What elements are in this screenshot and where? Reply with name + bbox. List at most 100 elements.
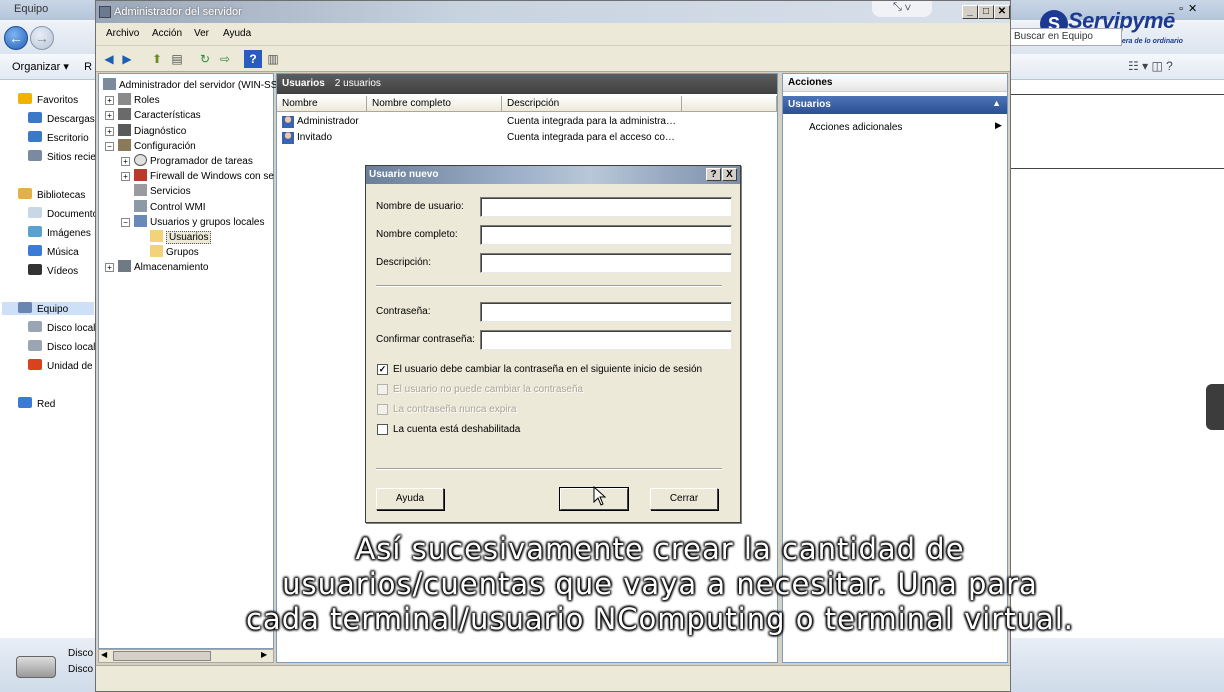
tree-expander-icon[interactable]: + [105, 111, 114, 121]
maximize-button[interactable]: □ [978, 5, 994, 19]
user-cell-desc[interactable]: Cuenta integrada para la administra… [507, 116, 676, 127]
tree-node[interactable]: − Usuarios y grupos locales [121, 214, 265, 228]
tree-node-label: Usuarios [166, 231, 212, 244]
sidebar-item[interactable]: Equipo [2, 302, 94, 315]
sidebar-item[interactable]: Sitios recie [28, 150, 104, 163]
field-label: Contraseña: [376, 306, 431, 317]
tree-node[interactable]: + Programador de tareas [121, 154, 253, 167]
checkbox[interactable] [377, 424, 388, 435]
diagnostics-icon [118, 123, 131, 136]
tree-node-label: Control WMI [150, 201, 206, 213]
actions-section-usuarios[interactable]: Usuarios ▲ [783, 96, 1007, 114]
action-more-actions[interactable]: Acciones adicionales [809, 122, 902, 133]
sidebar-item-label: Sitios recie [47, 152, 96, 163]
menu-accion[interactable]: Acción [152, 28, 182, 39]
checkbox[interactable]: ✓ [377, 364, 388, 375]
tree-node[interactable]: Administrador del servidor (WIN-SS [103, 78, 277, 91]
checkbox-label[interactable]: La cuenta está deshabilitada [393, 424, 520, 435]
field-input[interactable] [480, 253, 732, 273]
scroll-thumb[interactable] [113, 651, 211, 661]
export-list-icon[interactable]: ⇨ [216, 50, 234, 68]
storage-icon [118, 260, 131, 273]
field-input[interactable] [480, 330, 732, 350]
tree-expander-icon[interactable]: + [121, 157, 130, 166]
collapse-chevron-icon[interactable]: ⤡ ∨ [872, 1, 932, 17]
sidebar-item[interactable]: Unidad de I [28, 359, 104, 372]
explorer-search-input[interactable]: Buscar en Equipo [1010, 28, 1122, 46]
column-header-nombre-completo[interactable]: Nombre completo [367, 96, 502, 112]
dialog-help-button[interactable]: ? [706, 168, 721, 181]
up-folder-icon[interactable]: ⬆ [148, 50, 166, 68]
collapse-up-icon[interactable]: ▲ [992, 98, 1001, 108]
sidebar-item[interactable]: Música [28, 245, 104, 258]
tree-node[interactable]: Grupos [137, 245, 199, 258]
show-hide-tree-icon[interactable]: ▤ [168, 50, 186, 68]
user-cell-name[interactable]: Administrador [297, 116, 359, 127]
close-dialog-button[interactable]: Cerrar [650, 488, 718, 510]
drive-icon [28, 340, 42, 351]
scroll-left-icon[interactable]: ◀ [101, 650, 107, 659]
tree-node-label: Firewall de Windows con se [150, 171, 274, 183]
close-button[interactable]: ✕ [994, 5, 1010, 19]
column-header-descripcion[interactable]: Descripción [502, 96, 682, 112]
checkbox-label[interactable]: El usuario debe cambiar la contraseña en… [393, 364, 702, 375]
sidebar-item[interactable]: Disco local [28, 321, 104, 334]
refresh-icon[interactable]: ↻ [196, 50, 214, 68]
desktop-icon [28, 131, 42, 142]
submenu-arrow-icon[interactable]: ▶ [995, 120, 1002, 131]
tree-expander-icon[interactable]: − [105, 141, 114, 151]
sidebar-item[interactable]: Documento [28, 207, 104, 220]
column-header-nombre[interactable]: Nombre [277, 96, 367, 112]
tree-node[interactable]: Control WMI [121, 199, 206, 213]
sidebar-item[interactable]: Bibliotecas [18, 188, 94, 201]
minimize-button[interactable]: _ [962, 5, 978, 19]
tree-horizontal-scrollbar[interactable]: ◀ ▶ [98, 649, 274, 663]
field-input[interactable] [480, 302, 732, 322]
sidebar-item[interactable]: Escritorio [28, 131, 104, 144]
users-pane-header: Usuarios 2 usuarios [277, 74, 777, 94]
field-input[interactable] [480, 225, 732, 245]
sidebar-item[interactable]: Red [18, 397, 94, 410]
menu-ayuda[interactable]: Ayuda [223, 28, 251, 39]
tree-node[interactable]: − Configuración [105, 138, 196, 152]
subtitle-line-2: usuarios/cuentas que vaya a necesitar. U… [282, 567, 1038, 601]
dialog-close-button[interactable]: X [722, 168, 737, 181]
sidebar-item[interactable]: Favoritos [18, 93, 94, 106]
forward-arrow-icon[interactable]: ▶ [118, 50, 136, 68]
tree-node[interactable]: + Características [105, 108, 201, 121]
tree-expander-icon[interactable]: + [121, 172, 130, 182]
tree-node[interactable]: Servicios [121, 184, 191, 197]
scroll-right-icon[interactable]: ▶ [261, 650, 267, 659]
tree-node[interactable]: + Roles [105, 93, 160, 106]
field-input[interactable] [480, 197, 732, 217]
server-icon [103, 78, 116, 90]
back-arrow-icon[interactable]: ◀ [100, 50, 118, 68]
tree-node[interactable]: + Diagnóstico [105, 123, 186, 137]
user-cell-desc[interactable]: Cuenta integrada para el acceso co… [507, 132, 675, 143]
tree-node[interactable]: + Almacenamiento [105, 260, 208, 273]
help-button[interactable]: Ayuda [376, 488, 444, 510]
tree-node-label: Administrador del servidor (WIN-SS [119, 80, 278, 91]
view-options-icon[interactable]: ☷ ▾ ◫ ? [1128, 59, 1173, 73]
user-cell-name[interactable]: Invitado [297, 132, 332, 143]
sidebar-item[interactable]: Descargas [28, 112, 104, 125]
tree-expander-icon[interactable]: + [105, 263, 114, 273]
sidebar-item-label: Escritorio [47, 133, 89, 144]
menu-ver[interactable]: Ver [194, 28, 209, 39]
tree-expander-icon[interactable]: − [121, 217, 130, 227]
tree-expander-icon[interactable]: + [105, 126, 114, 136]
action-pane-icon[interactable]: ▥ [264, 50, 282, 68]
tree-node[interactable]: + Firewall de Windows con se [121, 169, 274, 182]
help-icon[interactable]: ? [244, 50, 262, 68]
sidebar-item-label: Vídeos [47, 266, 79, 277]
forward-arrow-icon[interactable]: → [30, 26, 54, 50]
menu-archivo[interactable]: Archivo [106, 28, 139, 39]
organize-button[interactable]: Organizar ▾ R [12, 60, 92, 73]
sidebar-item[interactable]: Disco local [28, 340, 104, 353]
sidebar-item[interactable]: Vídeos [28, 264, 104, 277]
sidebar-item[interactable]: Imágenes [28, 226, 104, 239]
tree-node[interactable]: Usuarios [137, 230, 212, 244]
folder-icon [28, 112, 42, 123]
back-arrow-icon[interactable]: ← [4, 26, 28, 50]
tree-expander-icon[interactable]: + [105, 96, 114, 106]
